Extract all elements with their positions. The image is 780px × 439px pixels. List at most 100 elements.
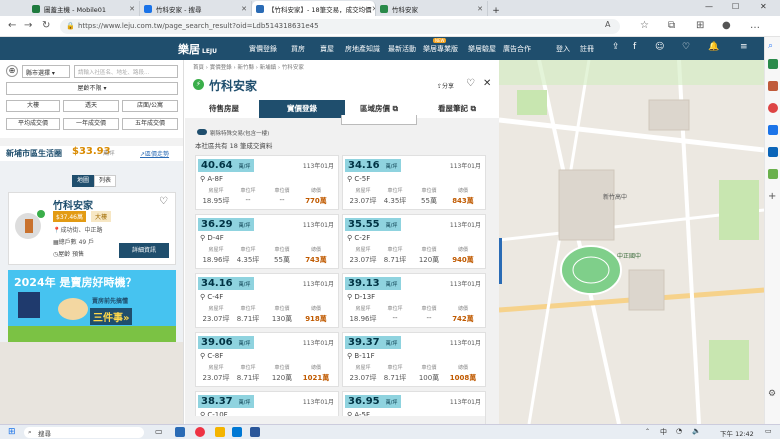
tab-for-sale[interactable]: 待售房屋 xyxy=(191,102,257,116)
locate-icon[interactable]: ⊕ xyxy=(6,65,18,77)
nav-item[interactable]: 樂居驗屋 xyxy=(468,44,496,54)
tab-area-price[interactable]: 區域房價 ⧉ xyxy=(341,102,417,116)
map-view[interactable]: 新竹高中 中正國中 xyxy=(499,60,764,424)
transaction-card[interactable]: 39.37 萬/坪 113年01月 ⚲ B-11F 房屋坪 23.07坪 車位坪 8.71坪 車… xyxy=(342,332,486,387)
transaction-card[interactable]: 34.16 萬/坪 113年01月 ⚲ C-4F 房屋坪 23.07坪 車位坪 8.71坪 車位… xyxy=(195,273,339,328)
maximize-icon[interactable]: ☐ xyxy=(732,2,739,11)
facebook-icon[interactable]: f xyxy=(633,42,636,52)
nav-item[interactable]: 實價登錄 xyxy=(249,44,277,54)
notifications-icon[interactable]: ▭ xyxy=(765,427,772,435)
unit-price: 39.13 萬/坪 xyxy=(345,277,401,290)
browser-tab-2[interactable]: 竹科安家 - 搜尋 ✕ xyxy=(140,1,252,16)
close-icon[interactable]: ✕ xyxy=(241,5,247,13)
filter-avg-price[interactable]: 平均成交價 xyxy=(6,118,60,130)
account-icon[interactable]: ☺ xyxy=(655,42,664,52)
window-close-icon[interactable]: ✕ xyxy=(760,2,767,11)
transaction-card[interactable]: 36.29 萬/坪 113年01月 ⚲ D-4F 房屋坪 18.96坪 車位坪 4.35坪 車位… xyxy=(195,214,339,269)
drop-icon[interactable] xyxy=(768,169,778,179)
games-icon[interactable] xyxy=(768,103,778,113)
favorite-icon[interactable]: ☆ xyxy=(640,20,649,31)
url-field[interactable]: 🔒 https://www.leju.com.tw/page_search_re… xyxy=(60,19,620,34)
browser-tab-1[interactable]: 圖蓋主機 - Mobile01 ✕ xyxy=(28,1,140,16)
tab-map[interactable]: 地圖 xyxy=(72,175,94,187)
tab-transactions[interactable]: 實價登錄 xyxy=(259,100,345,118)
nav-item[interactable]: 買房 xyxy=(291,44,305,54)
login-link[interactable]: 登入 xyxy=(556,44,570,54)
trend-link[interactable]: ↗區價走勢 xyxy=(140,149,169,158)
close-icon[interactable]: ✕ xyxy=(483,78,491,89)
transaction-card[interactable]: 39.06 萬/坪 113年01月 ⚲ C-8F 房屋坪 23.07坪 車位坪 8.71坪 車位… xyxy=(195,332,339,387)
explorer-icon[interactable] xyxy=(215,427,225,437)
clock[interactable]: 下午 12:42 xyxy=(720,428,754,438)
filter-townhouse[interactable]: 透天 xyxy=(63,100,119,112)
reader-icon[interactable]: A xyxy=(605,20,610,29)
panel-resize-handle[interactable] xyxy=(499,238,502,284)
nav-item[interactable]: 廣告合作 xyxy=(503,44,531,54)
extensions-icon[interactable]: ⧉ xyxy=(668,20,675,31)
search-input[interactable]: 請輸入社區名、地址、路段... xyxy=(74,65,178,78)
network-icon[interactable]: ◔ xyxy=(676,427,682,435)
nav-item[interactable]: 賣屋 xyxy=(320,44,334,54)
reload-icon[interactable]: ↻ xyxy=(42,20,50,31)
city-select[interactable]: 縣市選擇 ▾ xyxy=(22,65,70,78)
nav-item[interactable]: 最新活動 xyxy=(388,44,416,54)
mini-map[interactable] xyxy=(0,342,183,424)
tray-up-icon[interactable]: ⌃ xyxy=(645,428,650,435)
minimize-icon[interactable]: — xyxy=(705,2,713,11)
tools-icon[interactable] xyxy=(768,81,778,91)
filter-building[interactable]: 大樓 xyxy=(6,100,60,112)
windows-start-icon[interactable]: ⊞ xyxy=(8,427,16,437)
nav-item[interactable]: 房地產知識 xyxy=(345,44,380,54)
forward-icon[interactable]: → xyxy=(24,20,32,31)
browser-tab-3[interactable]: 【竹科安家】- 18筆交易，成交均價✕ xyxy=(252,1,376,16)
notification-icon[interactable]: 🔔 xyxy=(708,42,719,52)
close-icon[interactable]: ✕ xyxy=(477,5,483,13)
share-icon[interactable]: ⇪ xyxy=(612,42,620,52)
heart-icon[interactable]: ♡ xyxy=(159,196,168,207)
close-icon[interactable]: ✕ xyxy=(129,5,135,13)
settings-icon[interactable]: ⚙ xyxy=(768,389,776,399)
volume-icon[interactable]: 🔈 xyxy=(692,427,701,435)
toggle-switch[interactable] xyxy=(197,129,207,135)
back-icon[interactable]: ← xyxy=(8,20,16,31)
profile-icon[interactable]: ● xyxy=(722,20,731,31)
lang-indicator[interactable]: 中 xyxy=(660,427,667,437)
taskbar-search[interactable]: ⌕ 搜尋 xyxy=(24,427,144,438)
chrome-icon[interactable] xyxy=(195,427,205,437)
collections-icon[interactable]: ⊞ xyxy=(696,20,704,31)
filter-1yr-price[interactable]: 一年成交價 xyxy=(63,118,119,130)
tab-actions-icon[interactable] xyxy=(0,1,28,16)
word-icon[interactable] xyxy=(250,427,260,437)
shopping-icon[interactable] xyxy=(768,59,778,69)
listing-card[interactable]: 竹科安家 ♡ $37.46萬 大樓 📍成功街、中正路 ▦總戶數 49 戶 ◷屋齡… xyxy=(8,192,176,265)
tab-list[interactable]: 列表 xyxy=(94,175,116,187)
heart-icon[interactable]: ♡ xyxy=(466,78,475,89)
menu-icon[interactable]: ≡ xyxy=(740,42,748,52)
transaction-card[interactable]: 40.64 萬/坪 113年01月 ⚲ A-8F 房屋坪 18.95坪 車位坪 -- 車位價 --… xyxy=(195,155,339,210)
outlook-icon[interactable] xyxy=(768,147,778,157)
more-icon[interactable]: … xyxy=(750,20,760,31)
filter-5yr-price[interactable]: 五年成交價 xyxy=(122,118,178,130)
transaction-card[interactable]: 34.16 萬/坪 113年01月 ⚲ C-5F 房屋坪 23.07坪 車位坪 4.35坪 車位… xyxy=(342,155,486,210)
filter-shop[interactable]: 店面/公寓 xyxy=(122,100,178,112)
task-view-icon[interactable]: ▭ xyxy=(155,427,163,436)
deal-date: 113年01月 xyxy=(302,281,334,288)
new-tab-icon[interactable]: + xyxy=(488,6,504,16)
browser-tab-4[interactable]: 竹科安家 ✕ xyxy=(376,1,488,16)
nav-item[interactable]: 樂居專業版 xyxy=(423,44,458,54)
register-link[interactable]: 註冊 xyxy=(580,44,594,54)
share-button[interactable]: ⇪分享 xyxy=(437,81,454,90)
edge-icon[interactable] xyxy=(175,427,185,437)
add-icon[interactable]: + xyxy=(768,191,776,202)
house-age-select[interactable]: 屋齡不限 ▾ xyxy=(6,82,178,95)
detail-button[interactable]: 詳細資訊 xyxy=(119,243,169,258)
transaction-card[interactable]: 39.13 萬/坪 113年01月 ⚲ D-13F 房屋坪 18.96坪 車位坪 -- 車位價 -… xyxy=(342,273,486,328)
search-icon[interactable]: ⌕ xyxy=(768,41,778,51)
mail-icon[interactable] xyxy=(232,427,242,437)
tab-notes[interactable]: 看屋筆記 ⧉ xyxy=(419,102,495,116)
site-logo[interactable]: 樂居 LEJU xyxy=(178,41,217,57)
ad-banner[interactable]: 2024年 是賣房好時機？ 賣房前先搞懂 三件事» xyxy=(8,270,176,342)
transaction-card[interactable]: 35.55 萬/坪 113年01月 ⚲ C-2F 房屋坪 23.07坪 車位坪 8.71坪 車位… xyxy=(342,214,486,269)
office-icon[interactable] xyxy=(768,125,778,135)
favorite-heart-icon[interactable]: ♡ xyxy=(682,42,690,52)
